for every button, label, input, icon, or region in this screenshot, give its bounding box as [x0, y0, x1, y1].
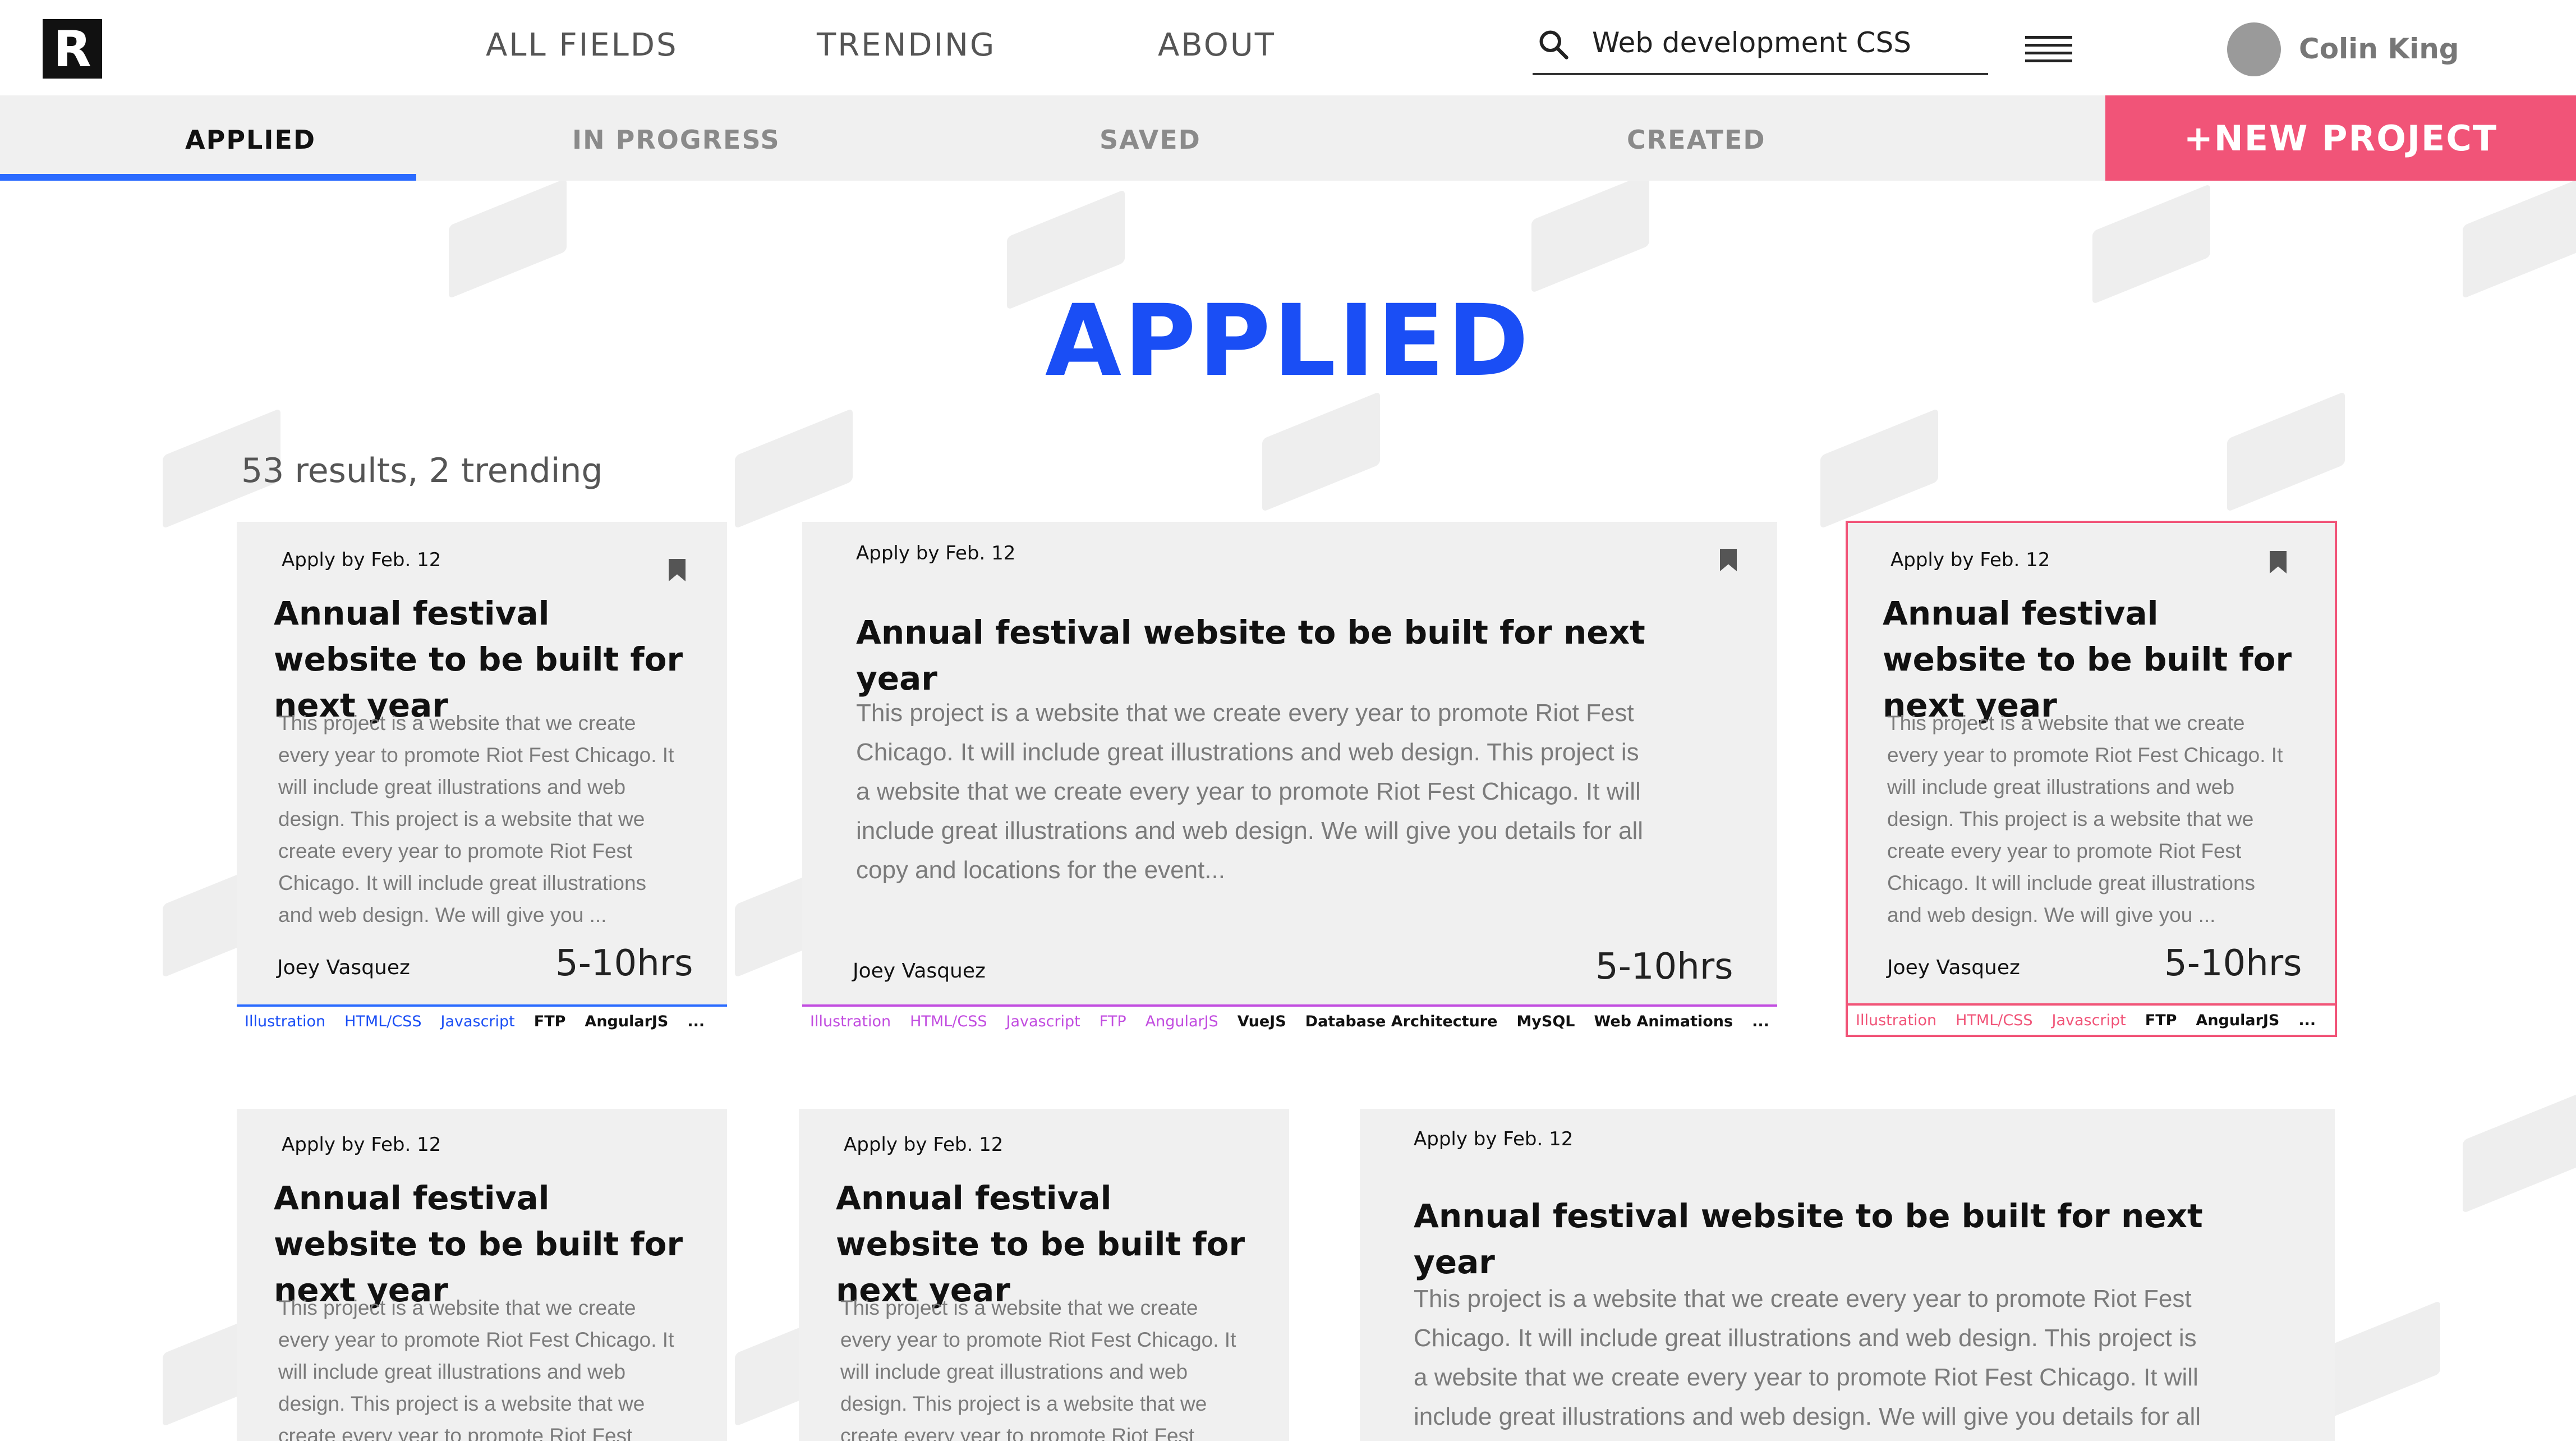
project-card[interactable]: Apply by Feb. 12 Annual festival website…: [802, 522, 1777, 1036]
bookmark-icon[interactable]: [2270, 551, 2287, 573]
nav-all-fields[interactable]: ALL FIELDS: [486, 27, 678, 63]
tag[interactable]: HTML/CSS: [1956, 1012, 2032, 1029]
results-count: 53 results, 2 trending: [241, 451, 603, 490]
apply-deadline: Apply by Feb. 12: [282, 1133, 441, 1156]
card-author: Joey Vasquez: [1887, 956, 2020, 979]
card-description: This project is a website that we create…: [1887, 712, 2283, 926]
tag[interactable]: Illustration: [1856, 1012, 1936, 1029]
tag-more[interactable]: ...: [1752, 1013, 1769, 1030]
project-card[interactable]: Apply by Feb. 12 Annual festival website…: [237, 522, 727, 1036]
logo[interactable]: R: [43, 19, 102, 79]
tag[interactable]: HTML/CSS: [910, 1013, 987, 1030]
card-title[interactable]: Annual festival website to be built for …: [856, 609, 1731, 701]
tag[interactable]: FTP: [1100, 1013, 1126, 1030]
tag-more[interactable]: ...: [687, 1013, 705, 1030]
tag[interactable]: Illustration: [810, 1013, 891, 1030]
top-header: R ALL FIELDS TRENDING ABOUT Colin King: [0, 0, 2576, 95]
tag[interactable]: Javascript: [440, 1013, 514, 1030]
card-description: This project is a website that we create…: [278, 1296, 674, 1441]
search-bar: [1533, 19, 1988, 75]
menu-icon[interactable]: [2025, 36, 2072, 66]
card-author: Joey Vasquez: [853, 960, 986, 983]
apply-deadline: Apply by Feb. 12: [856, 542, 1016, 565]
apply-deadline: Apply by Feb. 12: [844, 1133, 1004, 1156]
card-description: This project is a website that we create…: [856, 699, 1644, 884]
page-title: APPLIED: [1045, 283, 1531, 398]
card-hours: 5-10hrs: [555, 943, 693, 984]
tag[interactable]: Javascript: [1006, 1013, 1080, 1030]
search-icon[interactable]: [1537, 28, 1571, 62]
card-description: This project is a website that we create…: [278, 712, 674, 926]
logo-letter: R: [53, 20, 91, 78]
card-hours: 5-10hrs: [1595, 946, 1733, 988]
active-tab-indicator: [0, 174, 416, 181]
project-card[interactable]: Apply by Feb. 12 Annual festival website…: [1360, 1109, 2335, 1441]
apply-deadline: Apply by Feb. 12: [282, 549, 441, 571]
tag[interactable]: AngularJS: [585, 1013, 668, 1030]
tag[interactable]: MySQL: [1516, 1013, 1575, 1030]
tag-list: Illustration HTML/CSS Javascript FTP Ang…: [1848, 1003, 2335, 1035]
nav-trending[interactable]: TRENDING: [817, 27, 996, 63]
project-card-selected[interactable]: Apply by Feb. 12 Annual festival website…: [1846, 521, 2337, 1037]
tag[interactable]: Database Architecture: [1305, 1013, 1498, 1030]
tag-list: Illustration HTML/CSS Javascript FTP Ang…: [237, 1004, 727, 1036]
card-description: This project is a website that we create…: [840, 1296, 1236, 1441]
card-hours: 5-10hrs: [2164, 943, 2302, 984]
tab-saved[interactable]: SAVED: [1100, 125, 1201, 155]
card-description: This project is a website that we create…: [1414, 1285, 2201, 1430]
search-input[interactable]: [1591, 22, 1975, 63]
tag[interactable]: VueJS: [1238, 1013, 1286, 1030]
tag-list: Illustration HTML/CSS Javascript FTP Ang…: [802, 1004, 1777, 1036]
tag[interactable]: HTML/CSS: [344, 1013, 421, 1030]
apply-deadline: Apply by Feb. 12: [1414, 1128, 1574, 1150]
nav-about[interactable]: ABOUT: [1158, 27, 1276, 63]
tag[interactable]: FTP: [2145, 1012, 2177, 1029]
project-card[interactable]: Apply by Feb. 12 Annual festival website…: [799, 1109, 1289, 1441]
tab-in-progress[interactable]: IN PROGRESS: [572, 125, 780, 155]
tag[interactable]: Illustration: [245, 1013, 325, 1030]
new-project-button[interactable]: +NEW PROJECT: [2105, 95, 2576, 181]
tab-bar: APPLIED IN PROGRESS SAVED CREATED +NEW P…: [0, 95, 2576, 181]
tab-created[interactable]: CREATED: [1627, 125, 1766, 155]
tag[interactable]: AngularJS: [2196, 1012, 2279, 1029]
tab-applied[interactable]: APPLIED: [185, 125, 316, 155]
bookmark-icon[interactable]: [669, 559, 686, 581]
project-card[interactable]: Apply by Feb. 12 Annual festival website…: [237, 1109, 727, 1441]
tag-more[interactable]: ...: [2298, 1012, 2316, 1029]
bookmark-icon[interactable]: [1720, 549, 1737, 571]
tag[interactable]: AngularJS: [1146, 1013, 1218, 1030]
apply-deadline: Apply by Feb. 12: [1890, 549, 2050, 571]
tag[interactable]: FTP: [534, 1013, 566, 1030]
avatar[interactable]: [2227, 22, 2281, 76]
card-title[interactable]: Annual festival website to be built for …: [1414, 1193, 2289, 1285]
card-author: Joey Vasquez: [277, 956, 410, 979]
tag[interactable]: Web Animations: [1594, 1013, 1733, 1030]
user-name[interactable]: Colin King: [2299, 33, 2459, 65]
tag[interactable]: Javascript: [2051, 1012, 2126, 1029]
